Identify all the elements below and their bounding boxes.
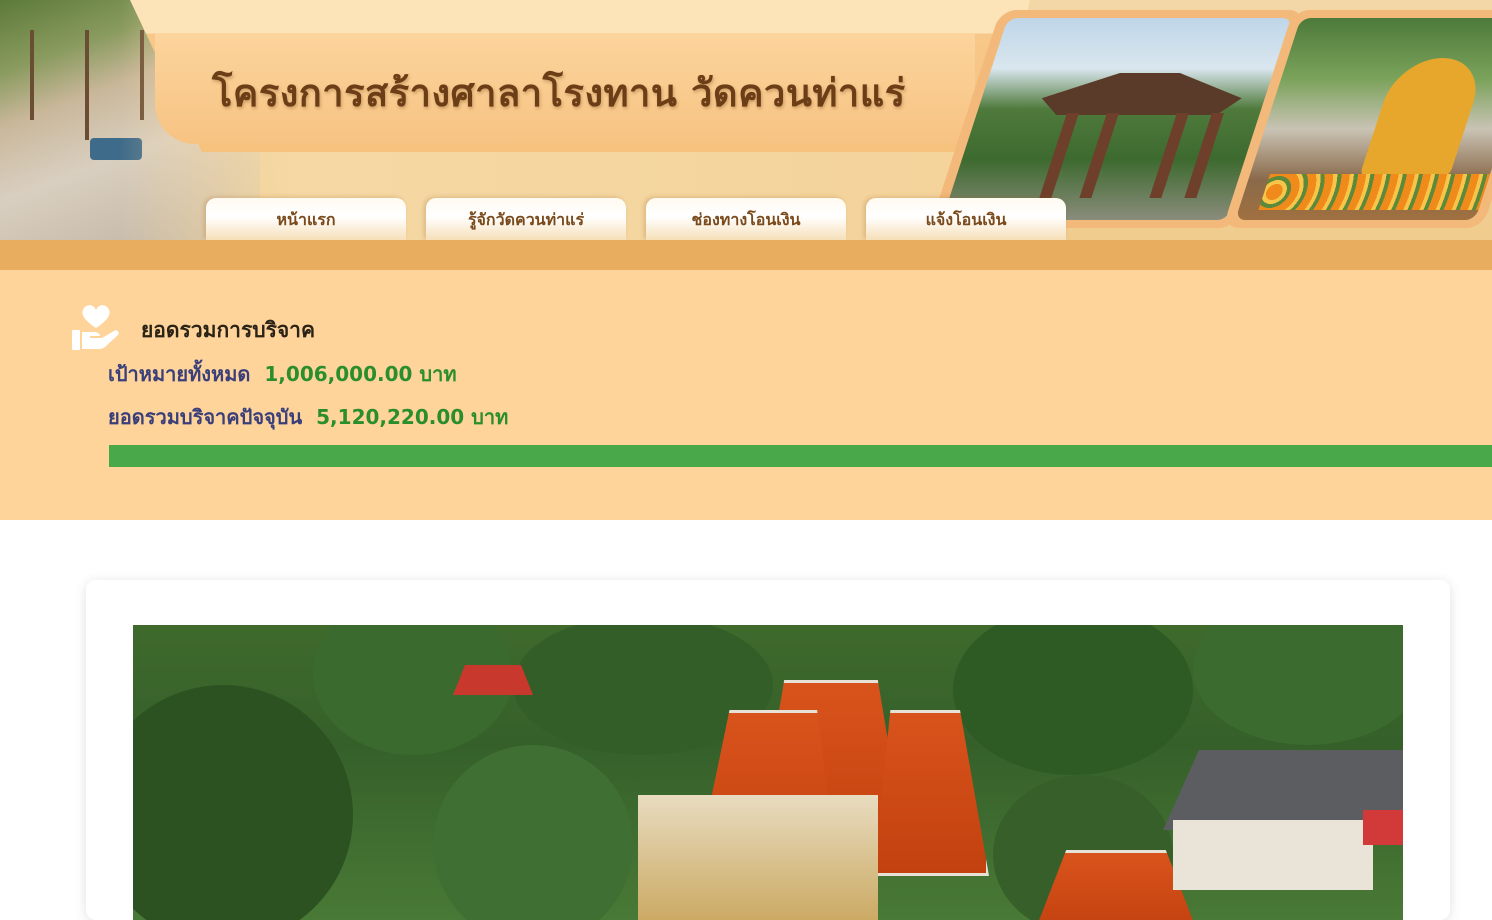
nav-tab-transfer-channels[interactable]: ช่องทางโอนเงิน	[646, 198, 846, 240]
donation-summary: ยอดรวมการบริจาค เป้าหมายทั้งหมด 1,006,000…	[0, 270, 1492, 520]
site-title: โครงการสร้างศาลาโรงทาน วัดควนท่าแร่	[212, 71, 906, 115]
donation-progress-fill	[109, 445, 1492, 467]
goal-label: เป้าหมายทั้งหมด	[108, 362, 251, 386]
main-nav: หน้าแรก รู้จักวัดควนท่าแร่ ช่องทางโอนเงิ…	[206, 198, 1066, 240]
goal-row: เป้าหมายทั้งหมด 1,006,000.00 บาท	[108, 358, 457, 390]
total-label: ยอดรวมบริจาคปัจจุบัน	[108, 405, 303, 429]
nav-tab-about-temple[interactable]: รู้จักวัดควนท่าแร่	[426, 198, 626, 240]
nav-tab-home[interactable]: หน้าแรก	[206, 198, 406, 240]
content-card	[86, 580, 1450, 920]
donation-progress-bar	[109, 445, 1492, 467]
goal-value: 1,006,000.00 บาท	[264, 362, 457, 386]
nav-tab-report-transfer[interactable]: แจ้งโอนเงิน	[866, 198, 1066, 240]
site-header: โครงการสร้างศาลาโรงทาน วัดควนท่าแร่ หน้า…	[0, 0, 1492, 240]
header-band	[0, 240, 1492, 270]
total-row: ยอดรวมบริจาคปัจจุบัน 5,120,220.00 บาท	[108, 401, 508, 433]
temple-aerial-photo	[133, 625, 1403, 920]
heart-hand-icon	[72, 305, 119, 350]
total-value: 5,120,220.00 บาท	[316, 405, 509, 429]
donation-title: ยอดรวมการบริจาค	[141, 318, 316, 342]
